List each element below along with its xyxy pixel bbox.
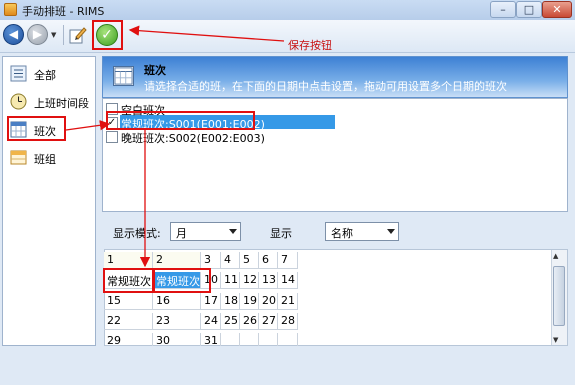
shift-label: 晚班班次:S002(E002:E003) bbox=[121, 132, 265, 145]
close-button[interactable]: ✕ bbox=[542, 1, 572, 18]
calendar-day[interactable]: 27 bbox=[259, 313, 278, 330]
minimize-button[interactable]: – bbox=[490, 1, 516, 18]
display-mode-value: 月 bbox=[176, 227, 187, 240]
calendar-day[interactable]: 24 bbox=[201, 313, 221, 330]
calendar-day[interactable]: 28 bbox=[278, 313, 298, 330]
calendar-day[interactable]: 18 bbox=[221, 293, 240, 310]
bottom-strip bbox=[0, 346, 575, 385]
window-title: 手动排班 - RIMS bbox=[22, 5, 105, 18]
list-icon bbox=[10, 65, 27, 82]
sidebar-item-all[interactable]: 全部 bbox=[10, 64, 90, 84]
calendar-day[interactable]: 13 bbox=[259, 272, 278, 289]
clock-icon bbox=[10, 93, 27, 110]
shift-option-evening[interactable]: 晚班班次:S002(E002:E003) bbox=[106, 129, 336, 145]
sidebar-item-work-period[interactable]: 上班时间段 bbox=[10, 92, 90, 112]
chevron-down-icon bbox=[387, 229, 395, 234]
shift-highlight-box bbox=[7, 116, 66, 141]
sidebar-item-label: 上班时间段 bbox=[34, 97, 89, 110]
calendar-day[interactable]: 1 bbox=[104, 252, 153, 269]
display-mode-select[interactable]: 月 bbox=[170, 222, 241, 241]
display-field-value: 名称 bbox=[331, 227, 353, 240]
calendar-icon bbox=[113, 66, 134, 86]
edit-icon[interactable] bbox=[68, 25, 88, 45]
save-button[interactable] bbox=[92, 20, 123, 50]
calendar-day[interactable]: 16 bbox=[153, 293, 201, 310]
shift-checkbox[interactable] bbox=[106, 131, 118, 143]
calendar-day[interactable]: 6 bbox=[259, 252, 278, 269]
toolbar-separator bbox=[63, 25, 64, 45]
sidebar-item-label: 全部 bbox=[34, 69, 56, 82]
display-label: 显示 bbox=[270, 227, 292, 240]
group-icon bbox=[10, 150, 27, 165]
back-icon: ◀ bbox=[8, 27, 19, 41]
regular-shift-highlight-box bbox=[106, 111, 255, 130]
display-field-select[interactable]: 名称 bbox=[325, 222, 399, 241]
header-description: 请选择合适的班，在下面的日期中点击设置，拖动可用设置多个日期的班次 bbox=[144, 80, 507, 93]
calendar-day[interactable]: 3 bbox=[201, 252, 221, 269]
save-annotation-label: 保存按钮 bbox=[288, 39, 332, 52]
calendar-day[interactable]: 26 bbox=[240, 313, 259, 330]
calendar-day[interactable]: 11 bbox=[221, 272, 240, 289]
forward-icon: ▶ bbox=[32, 27, 43, 41]
calendar-day[interactable]: 23 bbox=[153, 313, 201, 330]
calendar-day[interactable]: 2 bbox=[153, 252, 201, 269]
scrollbar-thumb[interactable] bbox=[553, 266, 565, 326]
maximize-button[interactable]: □ bbox=[516, 1, 542, 18]
sidebar-item-label: 班组 bbox=[34, 153, 56, 166]
calendar-day[interactable]: 14 bbox=[278, 272, 298, 289]
calendar-day[interactable]: 22 bbox=[104, 313, 153, 330]
calendar-day[interactable]: 12 bbox=[240, 272, 259, 289]
calendar-day[interactable]: 7 bbox=[278, 252, 298, 269]
calendar-highlight-box bbox=[103, 268, 155, 293]
calendar-day[interactable]: 19 bbox=[240, 293, 259, 310]
calendar-day[interactable]: 17 bbox=[201, 293, 221, 310]
scroll-up-icon[interactable]: ▲ bbox=[553, 252, 558, 260]
scroll-down-icon[interactable]: ▼ bbox=[553, 336, 558, 344]
calendar-day[interactable]: 4 bbox=[221, 252, 240, 269]
calendar-highlight-box bbox=[152, 268, 211, 293]
header-title: 班次 bbox=[144, 64, 166, 77]
forward-button[interactable]: ▶ bbox=[27, 24, 48, 45]
calendar-day[interactable]: 21 bbox=[278, 293, 298, 310]
app-icon bbox=[4, 3, 17, 16]
display-mode-label: 显示模式: bbox=[113, 227, 161, 240]
calendar-day[interactable]: 20 bbox=[259, 293, 278, 310]
calendar-day[interactable]: 15 bbox=[104, 293, 153, 310]
chevron-down-icon bbox=[229, 229, 237, 234]
back-button[interactable]: ◀ bbox=[3, 24, 24, 45]
nav-history-dropdown[interactable]: ▼ bbox=[51, 31, 56, 39]
calendar-day[interactable]: 25 bbox=[221, 313, 240, 330]
calendar-day[interactable]: 5 bbox=[240, 252, 259, 269]
sidebar-item-group[interactable]: 班组 bbox=[10, 148, 90, 168]
